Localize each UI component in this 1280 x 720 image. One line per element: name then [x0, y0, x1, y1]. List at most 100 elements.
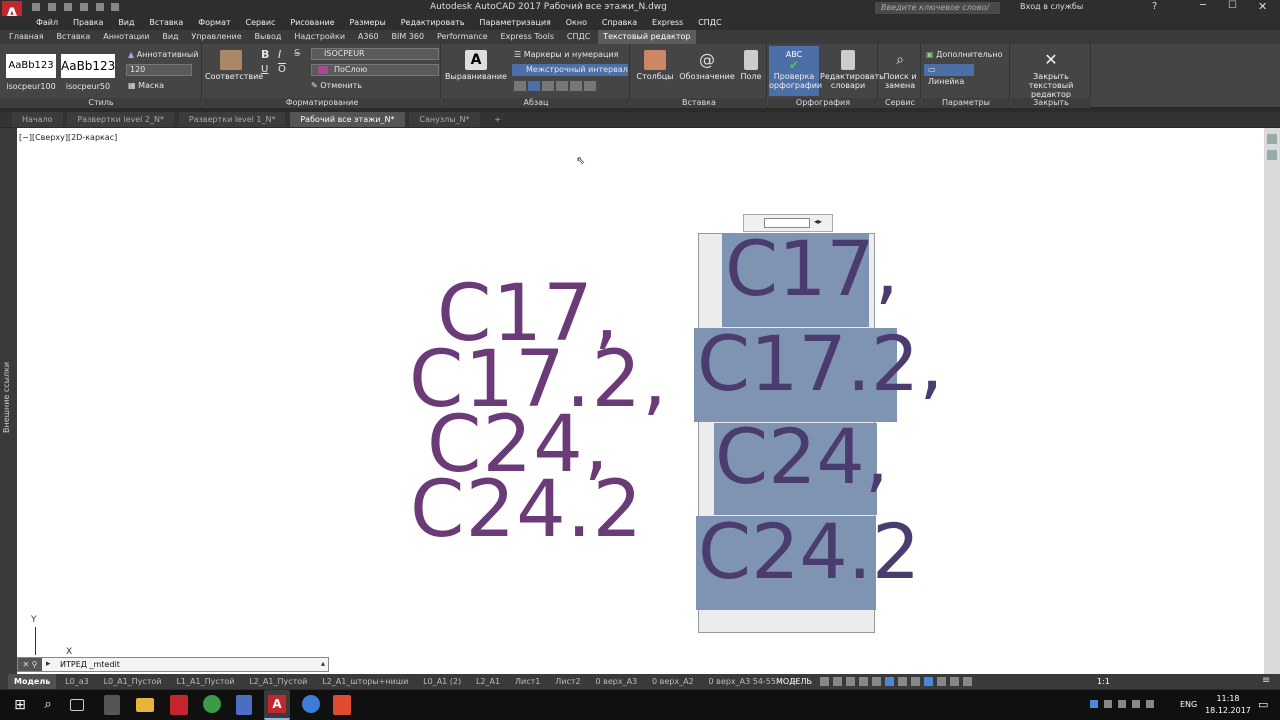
- edit-line-4[interactable]: C24.2: [698, 506, 920, 598]
- layout-tab-2[interactable]: L0_A1_Пустой: [98, 674, 168, 689]
- edit-line-1[interactable]: C17,: [725, 223, 899, 315]
- clock-date[interactable]: 18.12.2017: [1204, 706, 1252, 715]
- quick-access-toolbar[interactable]: [32, 3, 182, 13]
- style-sample-2[interactable]: AaBb123: [61, 54, 115, 78]
- close-editor-button[interactable]: ✕ Закрыть текстовый редактор: [1013, 50, 1089, 99]
- left-palette-strip[interactable]: Внешние ссылки: [0, 128, 17, 674]
- menu-insert[interactable]: Вставка: [143, 16, 189, 30]
- search-input[interactable]: Введите ключевое слово/фразу: [875, 2, 1000, 24]
- language-indicator[interactable]: ENG: [1180, 700, 1197, 709]
- layout-tab-11[interactable]: 0 верх_А2: [646, 674, 700, 689]
- edit-line-3[interactable]: C24,: [715, 411, 889, 503]
- overline-button[interactable]: O: [278, 64, 286, 75]
- layout-tab-8[interactable]: Лист1: [509, 674, 546, 689]
- model-space-button[interactable]: МОДЕЛЬ: [776, 677, 812, 686]
- match-properties-button[interactable]: Соответствие: [205, 50, 263, 81]
- menu-dimension[interactable]: Размеры: [343, 16, 391, 30]
- signin-button[interactable]: Вход в службы: [1020, 2, 1083, 11]
- menu-parametric[interactable]: Параметризация: [473, 16, 556, 30]
- menu-tools[interactable]: Сервис: [240, 16, 282, 30]
- color-select[interactable]: ПоСлою: [311, 64, 439, 76]
- tab-text-editor[interactable]: Текстовый редактор: [598, 30, 696, 44]
- tab-a360[interactable]: A360: [353, 30, 384, 44]
- tab-home[interactable]: Главная: [4, 30, 49, 44]
- font-select[interactable]: ISOCPEUR: [311, 48, 439, 60]
- close-window-icon[interactable]: ✕: [1258, 0, 1267, 13]
- mask-button[interactable]: ▦ Маска: [128, 81, 164, 90]
- layout-tab-3[interactable]: L1_A1_Пустой: [170, 674, 240, 689]
- menu-edit[interactable]: Правка: [67, 16, 109, 30]
- tab-performance[interactable]: Performance: [432, 30, 493, 44]
- doc-tab-active[interactable]: Рабочий все этажи_N*: [290, 112, 405, 127]
- menu-window[interactable]: Окно: [560, 16, 593, 30]
- tab-bim360[interactable]: BIM 360: [387, 30, 430, 44]
- help-icon[interactable]: ?: [1152, 1, 1157, 12]
- underline-button[interactable]: U: [261, 64, 268, 75]
- tab-addins[interactable]: Надстройки: [289, 30, 350, 44]
- acrobat-icon[interactable]: [170, 695, 188, 715]
- text-height-select[interactable]: 120: [126, 64, 192, 76]
- calculator-icon[interactable]: [104, 695, 120, 715]
- menu-spds[interactable]: СПДС: [692, 16, 727, 30]
- tab-express-tools[interactable]: Express Tools: [496, 30, 560, 44]
- file-explorer-icon[interactable]: [136, 698, 154, 712]
- line-spacing-button[interactable]: Межстрочный интервал: [512, 64, 628, 76]
- navigation-bar[interactable]: [1264, 128, 1280, 674]
- edit-line-2[interactable]: C17.2,: [697, 318, 943, 410]
- layout-tab-12[interactable]: 0 верх_А3 54-55: [703, 674, 782, 689]
- menu-file[interactable]: Файл: [30, 16, 64, 30]
- undo-format-button[interactable]: ✎ Отменить: [311, 81, 362, 90]
- chrome-icon[interactable]: [203, 695, 221, 713]
- bold-button[interactable]: B: [261, 48, 269, 61]
- tab-output[interactable]: Вывод: [249, 30, 286, 44]
- customize-icon[interactable]: ≡: [1262, 675, 1270, 686]
- annotation-scale[interactable]: 1:1: [1097, 677, 1110, 686]
- doc-tab-4[interactable]: Санузлы_N*: [409, 112, 480, 127]
- layout-tab-7[interactable]: L2_A1: [470, 674, 506, 689]
- italic-button[interactable]: I: [278, 48, 281, 61]
- maximize-icon[interactable]: ☐: [1228, 0, 1237, 11]
- notifications-icon[interactable]: ▭: [1258, 698, 1268, 711]
- tab-annotate[interactable]: Аннотации: [98, 30, 154, 44]
- app-c-icon[interactable]: [333, 695, 351, 715]
- layout-tab-9[interactable]: Лист2: [549, 674, 586, 689]
- doc-tab-start[interactable]: Начало: [12, 112, 63, 127]
- tab-insert[interactable]: Вставка: [51, 30, 95, 44]
- autocad-taskbar-icon[interactable]: A: [264, 690, 290, 720]
- windows-start-icon[interactable]: ⊞: [10, 695, 30, 715]
- new-tab-button[interactable]: +: [484, 112, 511, 127]
- layout-tab-model[interactable]: Модель: [8, 674, 57, 689]
- menu-view[interactable]: Вид: [112, 16, 140, 30]
- nav-wheel-icon[interactable]: [1267, 134, 1277, 144]
- doc-tab-2[interactable]: Развертки level 1_N*: [178, 112, 286, 127]
- menu-draw[interactable]: Рисование: [284, 16, 340, 30]
- bullets-button[interactable]: ☰ Маркеры и нумерация: [514, 50, 618, 59]
- doc-tab-1[interactable]: Развертки level 2_N*: [67, 112, 175, 127]
- ruler-toggle[interactable]: ▭ Линейка: [924, 64, 974, 86]
- strike-button[interactable]: S: [294, 48, 300, 59]
- menu-format[interactable]: Формат: [192, 16, 236, 30]
- annotative-button[interactable]: ▲ Аннотативный: [128, 50, 198, 59]
- menu-help[interactable]: Справка: [596, 16, 643, 30]
- symbol-button[interactable]: @ Обозначение: [679, 50, 735, 81]
- minimize-icon[interactable]: ─: [1200, 0, 1206, 11]
- align-buttons[interactable]: [514, 81, 604, 91]
- tab-manage[interactable]: Управление: [186, 30, 246, 44]
- justify-button[interactable]: A Выравнивание: [444, 50, 508, 81]
- spell-check-button[interactable]: ABC ✔ Проверка орфографии: [769, 46, 822, 96]
- save-app-icon[interactable]: [236, 695, 252, 715]
- layout-tab-4[interactable]: L2_A1_Пустой: [243, 674, 313, 689]
- task-view-icon[interactable]: [70, 699, 84, 711]
- search-taskbar-icon[interactable]: ⌕: [38, 695, 58, 715]
- status-tools[interactable]: [820, 677, 1100, 687]
- layout-tab-6[interactable]: L0_A1 (2): [417, 674, 467, 689]
- command-history-icon[interactable]: ▴: [321, 659, 325, 668]
- pan-icon[interactable]: [1267, 150, 1277, 160]
- field-button[interactable]: Поле: [737, 50, 765, 81]
- find-replace-button[interactable]: ⌕ Поиск и замена: [881, 50, 919, 90]
- system-tray[interactable]: [1090, 700, 1170, 712]
- viewport-controls[interactable]: [−][Сверху][2D-каркас]: [19, 133, 117, 142]
- tab-view[interactable]: Вид: [157, 30, 183, 44]
- layout-tab-10[interactable]: 0 верх_А3: [589, 674, 643, 689]
- command-line[interactable]: ✕ ⚲ ▸ ИТРЕД _mtedit ▴: [17, 657, 329, 672]
